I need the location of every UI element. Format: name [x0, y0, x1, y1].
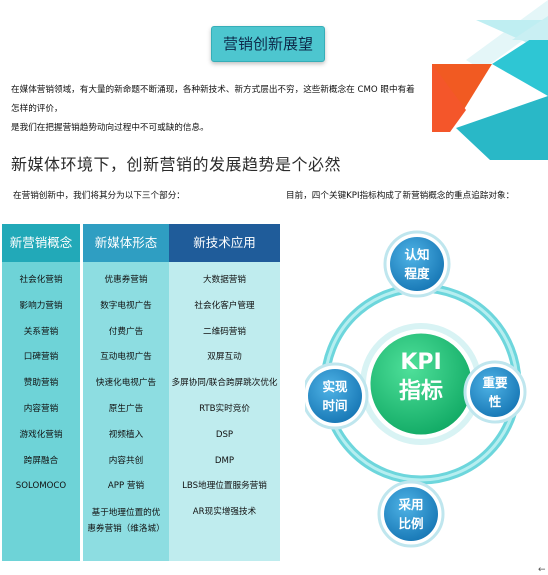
list-item: 内容共创: [108, 455, 144, 466]
kpi-node-bottom: 采用 比例: [386, 495, 436, 533]
list-item: AR现实增强技术: [192, 507, 257, 518]
column-list: 社会化营销 影响力营销 关系营销 口碑营销 赞助营销 内容营销 游戏化营销 跨屏…: [2, 262, 80, 500]
right-caption: 目前，四个关键KPI指标构成了新营销概念的重点追踪对象：: [286, 191, 515, 201]
list-item: 赞助营销: [23, 378, 59, 389]
intro-line-1: 在媒体营销领域，有大量的新命题不断涌现，各种新技术、新方式层出不穷，这些新概念在…: [11, 85, 415, 114]
kpi-center: KPI 指标: [371, 348, 471, 406]
list-item: SOLOMOCO: [15, 481, 67, 492]
page-title: 营销创新展望: [211, 26, 325, 62]
column-new-marketing: 新营销概念 社会化营销 影响力营销 关系营销 口碑营销 赞助营销 内容营销 游戏…: [2, 224, 80, 561]
list-item: APP 营销: [107, 481, 145, 492]
innovation-columns: 新营销概念 社会化营销 影响力营销 关系营销 口碑营销 赞助营销 内容营销 游戏…: [2, 224, 282, 561]
node-label: 时间: [322, 398, 348, 413]
list-item: 互动电视广告: [100, 352, 152, 363]
node-label: 性: [488, 394, 502, 409]
list-item: 大数据营销: [203, 275, 246, 285]
kpi-node-top: 认知 程度: [392, 245, 442, 283]
list-item: 原生广告: [108, 403, 144, 414]
list-item: LBS地理位置服务营销: [182, 481, 267, 492]
node-label: 比例: [398, 516, 424, 531]
list-item: 社会化客户管理: [194, 300, 255, 311]
list-item: 社会化营销: [19, 275, 63, 285]
column-new-tech: 新技术应用 大数据营销 社会化客户管理 二维码营销 双屏互动 多屏协同/联合跨屏…: [169, 224, 280, 561]
list-item: 内容营销: [23, 403, 59, 414]
node-label: 采用: [398, 497, 424, 512]
left-caption: 在营销创新中，我们将其分为以下三个部分：: [13, 191, 185, 201]
list-item: 付费广告: [108, 326, 144, 337]
list-item: 数字电视广告: [100, 300, 152, 311]
column-new-media: 新媒体形态 优惠券营销 数字电视广告 付费广告 互动电视广告 快速化电视广告 原…: [83, 224, 169, 561]
list-item: 多屏协同/联合跨屏跳次优化: [171, 378, 278, 389]
kpi-node-right: 重要 性: [470, 373, 520, 411]
list-item: 跨屏融合: [23, 455, 59, 466]
list-item: 惠券营销（维洛城）: [87, 524, 165, 535]
list-item: 影响力营销: [19, 300, 63, 311]
node-label: 程度: [404, 266, 430, 281]
node-label: 重要: [482, 375, 508, 390]
intro-line-2: 是我们在把握营销趋势动向过程中不可或缺的信息。: [11, 123, 209, 133]
section-headline: 新媒体环境下，创新营销的发展趋势是个必然: [11, 155, 342, 174]
list-item: 双屏互动: [207, 352, 242, 363]
list-item: 二维码营销: [203, 326, 246, 337]
list-item: 基于地理位置的优: [91, 508, 161, 519]
intro-paragraph: 在媒体营销领域，有大量的新命题不断涌现，各种新技术、新方式层出不穷，这些新概念在…: [11, 81, 421, 138]
list-item: 视频植入: [108, 429, 144, 440]
column-list: 大数据营销 社会化客户管理 二维码营销 双屏互动 多屏协同/联合跨屏跳次优化 R…: [169, 262, 280, 526]
list-item: 口碑营销: [23, 352, 59, 363]
node-label: 认知: [404, 247, 430, 262]
kpi-center-line2: 指标: [398, 379, 443, 404]
list-item: RTB实时竞价: [199, 403, 250, 414]
column-list: 优惠券营销 数字电视广告 付费广告 互动电视广告 快速化电视广告 原生广告 视频…: [83, 262, 169, 537]
kpi-node-left: 实现 时间: [310, 377, 360, 415]
list-item: DSP: [215, 429, 234, 440]
column-header: 新媒体形态: [83, 224, 169, 262]
list-item: 优惠券营销: [104, 275, 148, 285]
column-header: 新营销概念: [2, 224, 80, 262]
kpi-center-line1: KPI: [400, 350, 442, 375]
corner-decoration: [432, 0, 548, 160]
column-header: 新技术应用: [169, 224, 280, 262]
list-item: DMP: [214, 455, 235, 466]
list-item: 关系营销: [23, 326, 59, 337]
list-item: 快速化电视广告: [95, 378, 157, 389]
list-item: 游戏化营销: [19, 429, 63, 440]
kpi-diagram: KPI 指标 认知 程度 重要 性 采用 比例 实现 时间: [301, 218, 543, 568]
node-label: 实现: [322, 379, 348, 394]
